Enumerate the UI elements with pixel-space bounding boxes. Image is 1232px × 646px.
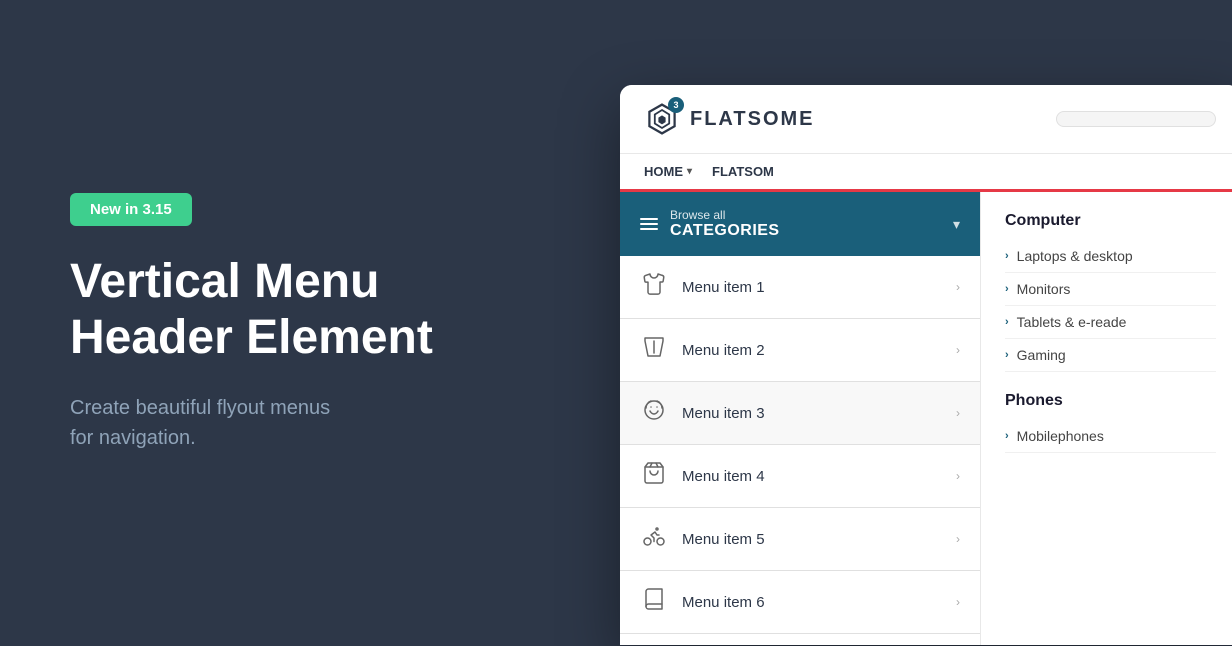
vertical-menu: Browse all CATEGORIES ▾ Menu item 1 bbox=[620, 192, 980, 645]
nav-item-home[interactable]: HOME ▾ bbox=[644, 164, 692, 179]
logo-text: FLATSOME bbox=[690, 108, 815, 131]
menu-item-1-label: Menu item 1 bbox=[682, 279, 942, 296]
subtitle: Create beautiful flyout menus for naviga… bbox=[70, 393, 550, 453]
right-section: 3 FLATSOME HOME ▾ FLATSOM bbox=[620, 0, 1232, 646]
menu-item[interactable]: Menu item 4 › bbox=[620, 445, 980, 508]
flyout-category-computer: Computer › Laptops & desktop › Monitors … bbox=[1005, 212, 1216, 372]
nav-item-flatsome[interactable]: FLATSOM bbox=[712, 164, 774, 179]
logo-area: 3 FLATSOME bbox=[644, 101, 815, 137]
browse-all-label: Browse all bbox=[670, 208, 941, 222]
chevron-right-icon: › bbox=[1005, 349, 1009, 361]
chevron-right-icon: › bbox=[1005, 316, 1009, 328]
menu-item-3-label: Menu item 3 bbox=[682, 405, 942, 422]
arrow-right-icon: › bbox=[956, 406, 960, 420]
flyout-panel: Computer › Laptops & desktop › Monitors … bbox=[980, 192, 1232, 645]
arrow-right-icon: › bbox=[956, 280, 960, 294]
logo-icon: 3 bbox=[644, 101, 680, 137]
menu-items-list: Menu item 1 › Menu item 2 › bbox=[620, 256, 980, 634]
menu-item[interactable]: Menu item 3 › bbox=[620, 382, 980, 445]
chevron-right-icon: › bbox=[1005, 430, 1009, 442]
main-title: Vertical Menu Header Element bbox=[70, 254, 550, 364]
browser-header: 3 FLATSOME bbox=[620, 85, 1232, 154]
menu-item[interactable]: Menu item 1 › bbox=[620, 256, 980, 319]
pants-icon bbox=[640, 335, 668, 365]
flyout-item[interactable]: › Laptops & desktop bbox=[1005, 240, 1216, 273]
flyout-item[interactable]: › Monitors bbox=[1005, 273, 1216, 306]
browser-window: 3 FLATSOME HOME ▾ FLATSOM bbox=[620, 85, 1232, 645]
menu-item-2-label: Menu item 2 bbox=[682, 342, 942, 359]
version-badge: New in 3.15 bbox=[70, 193, 192, 226]
menu-header[interactable]: Browse all CATEGORIES ▾ bbox=[620, 192, 980, 256]
arrow-right-icon: › bbox=[956, 343, 960, 357]
arrow-right-icon: › bbox=[956, 595, 960, 609]
chevron-right-icon: › bbox=[1005, 250, 1009, 262]
menu-item[interactable]: Menu item 5 › bbox=[620, 508, 980, 571]
basket-icon bbox=[640, 461, 668, 491]
face-icon bbox=[640, 398, 668, 428]
nav-bar: HOME ▾ FLATSOM bbox=[620, 154, 1232, 192]
phones-category-title: Phones bbox=[1005, 392, 1216, 410]
flyout-item[interactable]: › Tablets & e-reade bbox=[1005, 306, 1216, 339]
shirt-icon bbox=[640, 272, 668, 302]
menu-item[interactable]: Menu item 6 › bbox=[620, 571, 980, 634]
menu-item[interactable]: Menu item 2 › bbox=[620, 319, 980, 382]
search-input[interactable] bbox=[1056, 111, 1216, 127]
book-icon bbox=[640, 587, 668, 617]
menu-chevron-icon: ▾ bbox=[953, 216, 960, 233]
chevron-down-icon: ▾ bbox=[687, 166, 692, 177]
bike-icon bbox=[640, 524, 668, 554]
menu-item-5-label: Menu item 5 bbox=[682, 531, 942, 548]
version-number: 3 bbox=[668, 97, 684, 113]
menu-item-4-label: Menu item 4 bbox=[682, 468, 942, 485]
flyout-item[interactable]: › Mobilephones bbox=[1005, 420, 1216, 453]
computer-category-title: Computer bbox=[1005, 212, 1216, 230]
menu-item-6-label: Menu item 6 bbox=[682, 594, 942, 611]
arrow-right-icon: › bbox=[956, 532, 960, 546]
flyout-item[interactable]: › Gaming bbox=[1005, 339, 1216, 372]
flyout-category-phones: Phones › Mobilephones bbox=[1005, 392, 1216, 453]
hamburger-icon bbox=[640, 218, 658, 230]
menu-header-text: Browse all CATEGORIES bbox=[670, 208, 941, 240]
main-content: Browse all CATEGORIES ▾ Menu item 1 bbox=[620, 192, 1232, 645]
left-section: New in 3.15 Vertical Menu Header Element… bbox=[0, 133, 620, 512]
categories-label: CATEGORIES bbox=[670, 222, 941, 240]
chevron-right-icon: › bbox=[1005, 283, 1009, 295]
arrow-right-icon: › bbox=[956, 469, 960, 483]
